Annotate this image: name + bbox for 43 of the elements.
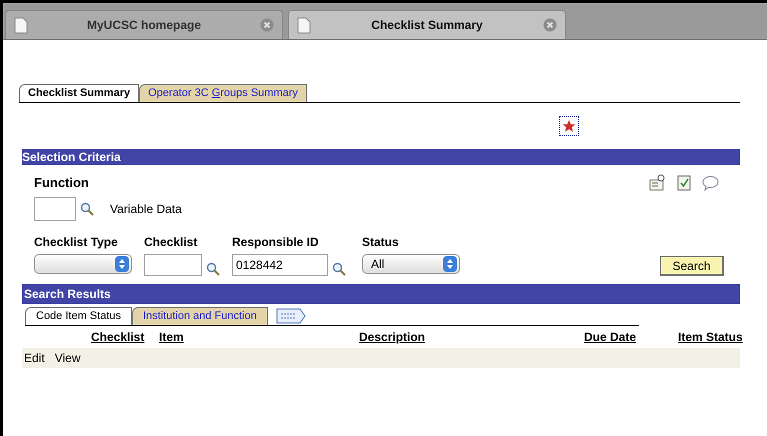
chat-bubble-icon[interactable] [702, 174, 719, 191]
page-icon [297, 16, 311, 34]
column-header[interactable]: Due Date [584, 328, 674, 346]
person-list-icon[interactable] [649, 174, 667, 192]
lookup-field[interactable]: 0128442 [232, 254, 328, 276]
field-label: Function [34, 174, 89, 192]
select-arrows-icon [115, 256, 129, 272]
column-header[interactable]: Checklist [91, 328, 159, 346]
browser-tab[interactable]: MyUCSC homepage [5, 10, 283, 39]
column-header[interactable]: Item Status [678, 328, 743, 346]
notepad-check-icon[interactable] [677, 174, 692, 192]
close-icon[interactable] [260, 18, 274, 32]
dropdown[interactable]: All [362, 254, 460, 274]
column-header[interactable]: Item [159, 328, 359, 346]
show-all-columns-icon[interactable] [276, 308, 306, 324]
section-header: Search Results [22, 284, 740, 304]
results-tab[interactable]: Code Item Status [25, 306, 132, 324]
browser-tab[interactable]: Checklist Summary [288, 10, 566, 39]
page-tab[interactable]: Operator 3C Groups Summary [139, 84, 307, 102]
results-tab[interactable]: Institution and Function [132, 306, 268, 324]
search-icon[interactable] [80, 202, 94, 216]
section-header: Selection Criteria [22, 149, 740, 165]
search-icon[interactable] [206, 262, 220, 276]
row-action[interactable]: Edit [24, 348, 45, 366]
function-field[interactable] [34, 196, 76, 220]
variable-data-label: Variable Data [110, 200, 182, 218]
field-label: Checklist Type [34, 234, 119, 250]
search-button[interactable]: Search [660, 256, 724, 276]
select-arrows-icon [443, 256, 457, 272]
close-icon[interactable] [543, 18, 557, 32]
browser-tab-title: Checklist Summary [370, 17, 484, 34]
dropdown[interactable] [34, 254, 132, 274]
browser-tab-title: MyUCSC homepage [86, 17, 202, 34]
field-label: Responsible ID [232, 234, 320, 250]
field-label: Status [362, 234, 400, 250]
lookup-field[interactable] [144, 254, 202, 276]
search-icon[interactable] [332, 262, 346, 276]
page-tab[interactable]: Checklist Summary [19, 84, 140, 102]
page-icon [14, 16, 28, 34]
field-label: Checklist [144, 234, 198, 250]
dropdown-value: All [371, 256, 384, 272]
row-action[interactable]: View [54, 348, 80, 366]
column-header[interactable]: Description [359, 328, 499, 346]
